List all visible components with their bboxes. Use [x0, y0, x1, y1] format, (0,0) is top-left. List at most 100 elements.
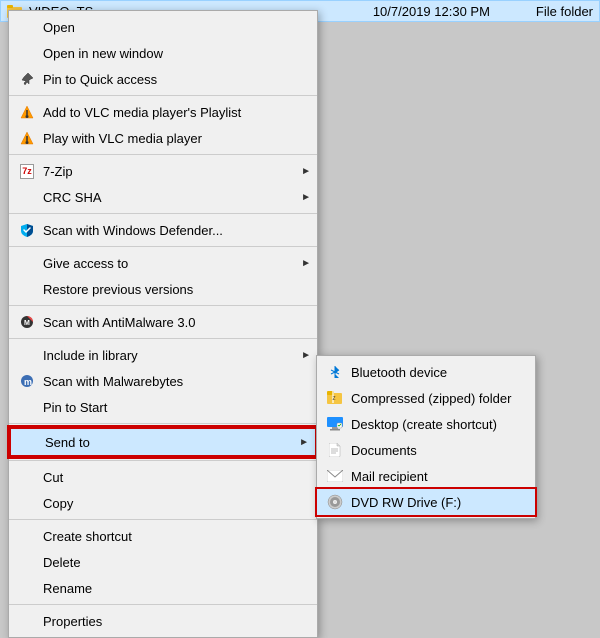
defender-icon [17, 220, 37, 240]
vlc-playlist-label: Add to VLC media player's Playlist [43, 105, 297, 120]
separator-10 [9, 604, 317, 605]
properties-icon [17, 611, 37, 631]
menu-item-pin-start[interactable]: Pin to Start [9, 394, 317, 420]
menu-item-cut[interactable]: Cut [9, 464, 317, 490]
create-shortcut-label: Create shortcut [43, 529, 297, 544]
menu-item-properties[interactable]: Properties [9, 608, 317, 634]
compressed-label: Compressed (zipped) folder [351, 391, 515, 406]
separator-1 [9, 95, 317, 96]
zip-icon: Z [325, 388, 345, 408]
mail-icon [325, 466, 345, 486]
restore-icon [17, 279, 37, 299]
send-to-arrow: ► [299, 437, 309, 448]
scan-defender-label: Scan with Windows Defender... [43, 223, 297, 238]
separator-7 [9, 423, 317, 424]
submenu-item-compressed[interactable]: Z Compressed (zipped) folder [317, 385, 535, 411]
malwarebytes-icon: m [17, 371, 37, 391]
menu-item-create-shortcut[interactable]: Create shortcut [9, 523, 317, 549]
cut-label: Cut [43, 470, 297, 485]
submenu-item-mail[interactable]: Mail recipient [317, 463, 535, 489]
7zip-label: 7-Zip [43, 164, 297, 179]
desktop-shortcut-icon [325, 414, 345, 434]
rename-icon [17, 578, 37, 598]
separator-3 [9, 213, 317, 214]
menu-item-restore[interactable]: Restore previous versions [9, 276, 317, 302]
menu-item-vlc-playlist[interactable]: Add to VLC media player's Playlist [9, 99, 317, 125]
separator-5 [9, 305, 317, 306]
menu-item-send-to[interactable]: Send to ► [9, 427, 317, 457]
malwarebytes-label: Scan with Malwarebytes [43, 374, 297, 389]
separator-8 [9, 460, 317, 461]
menu-item-crc-sha[interactable]: CRC SHA ► [9, 184, 317, 210]
crc-sha-label: CRC SHA [43, 190, 297, 205]
delete-icon [17, 552, 37, 572]
menu-item-rename[interactable]: Rename [9, 575, 317, 601]
give-access-arrow: ► [301, 258, 311, 269]
dvd-icon [325, 492, 345, 512]
submenu-item-dvd[interactable]: DVD RW Drive (F:) [317, 489, 535, 515]
send-to-label: Send to [45, 435, 295, 450]
library-arrow: ► [301, 350, 311, 361]
desktop-label: Desktop (create shortcut) [351, 417, 515, 432]
menu-item-open[interactable]: Open [9, 14, 317, 40]
pin-start-label: Pin to Start [43, 400, 297, 415]
separator-9 [9, 519, 317, 520]
menu-item-open-new-window[interactable]: Open in new window [9, 40, 317, 66]
menu-item-copy[interactable]: Copy [9, 490, 317, 516]
give-access-icon [17, 253, 37, 273]
separator-2 [9, 154, 317, 155]
menu-item-vlc-play[interactable]: Play with VLC media player [9, 125, 317, 151]
bluetooth-label: Bluetooth device [351, 365, 515, 380]
svg-text:m: m [24, 377, 32, 387]
dvd-label: DVD RW Drive (F:) [351, 495, 515, 510]
vlc-play-label: Play with VLC media player [43, 131, 297, 146]
documents-icon [325, 440, 345, 460]
submenu-item-documents[interactable]: Documents [317, 437, 535, 463]
submenu-item-desktop[interactable]: Desktop (create shortcut) [317, 411, 535, 437]
menu-item-7zip[interactable]: 7z 7-Zip ► [9, 158, 317, 184]
context-menu: Open Open in new window Pin to Quick acc… [8, 10, 318, 638]
send-to-submenu: Bluetooth device Z Compressed (zipped) f… [316, 355, 536, 519]
menu-item-scan-malwarebytes[interactable]: m Scan with Malwarebytes [9, 368, 317, 394]
menu-item-give-access[interactable]: Give access to ► [9, 250, 317, 276]
properties-label: Properties [43, 614, 297, 629]
include-library-label: Include in library [43, 348, 297, 363]
open-icon [17, 17, 37, 37]
file-date: 10/7/2019 12:30 PM [373, 4, 490, 19]
pin-quick-access-label: Pin to Quick access [43, 72, 297, 87]
crc-icon [17, 187, 37, 207]
open-new-window-label: Open in new window [43, 46, 297, 61]
7zip-icon: 7z [17, 161, 37, 181]
separator-4 [9, 246, 317, 247]
svg-text:M: M [24, 320, 30, 327]
library-icon [17, 345, 37, 365]
pin-start-icon [17, 397, 37, 417]
send-to-icon [19, 432, 39, 452]
menu-item-pin-quick-access[interactable]: Pin to Quick access [9, 66, 317, 92]
vlc-play-icon [17, 128, 37, 148]
copy-label: Copy [43, 496, 297, 511]
menu-item-include-library[interactable]: Include in library ► [9, 342, 317, 368]
7zip-arrow: ► [301, 166, 311, 177]
menu-item-delete[interactable]: Delete [9, 549, 317, 575]
create-shortcut-icon [17, 526, 37, 546]
rename-label: Rename [43, 581, 297, 596]
cut-icon [17, 467, 37, 487]
separator-6 [9, 338, 317, 339]
submenu-item-bluetooth[interactable]: Bluetooth device [317, 359, 535, 385]
give-access-label: Give access to [43, 256, 297, 271]
open-label: Open [43, 20, 297, 35]
mail-label: Mail recipient [351, 469, 515, 484]
svg-text:Z: Z [333, 396, 336, 402]
file-type: File folder [536, 4, 593, 19]
restore-label: Restore previous versions [43, 282, 297, 297]
copy-icon [17, 493, 37, 513]
crc-arrow: ► [301, 192, 311, 203]
menu-item-scan-antimalware[interactable]: M Scan with AntiMalware 3.0 [9, 309, 317, 335]
bluetooth-icon [325, 362, 345, 382]
vlc-playlist-icon [17, 102, 37, 122]
antimalware-icon: M [17, 312, 37, 332]
menu-item-scan-defender[interactable]: Scan with Windows Defender... [9, 217, 317, 243]
pin-icon [17, 69, 37, 89]
open-new-window-icon [17, 43, 37, 63]
